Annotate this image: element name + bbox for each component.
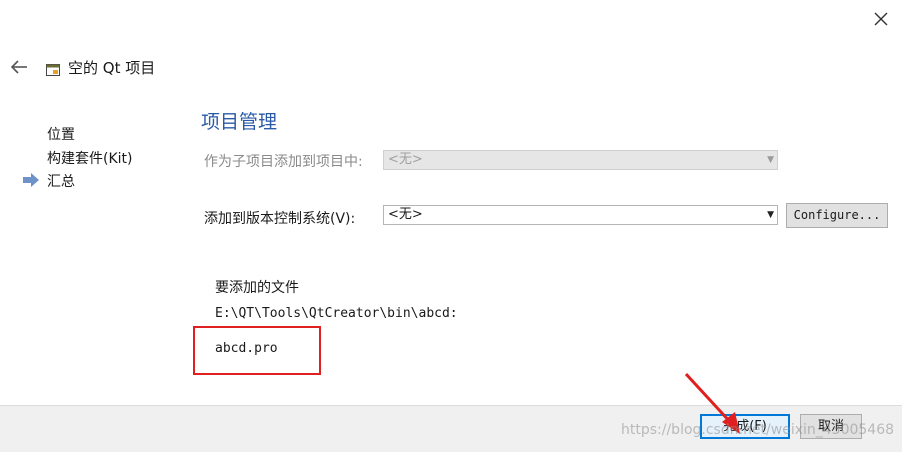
sidebar-item-summary[interactable]: 汇总 <box>47 171 75 191</box>
back-arrow-icon <box>10 60 27 74</box>
close-icon <box>874 12 888 26</box>
right-arrow-icon <box>22 172 40 187</box>
project-window-icon <box>46 61 60 76</box>
wizard-title: 空的 Qt 项目 <box>68 59 156 77</box>
version-control-combo[interactable]: <无> ▼ <box>383 205 778 225</box>
add-subproject-label: 作为子项目添加到项目中: <box>204 154 363 170</box>
sidebar-item-kits[interactable]: 构建套件(Kit) <box>47 148 132 168</box>
files-path: E:\QT\Tools\QtCreator\bin\abcd: <box>215 306 458 321</box>
add-subproject-value: <无> <box>388 152 423 167</box>
section-title: 项目管理 <box>201 111 278 133</box>
cancel-button[interactable]: 取消 <box>800 414 862 439</box>
sidebar-item-location[interactable]: 位置 <box>47 124 75 144</box>
files-heading: 要添加的文件 <box>215 280 299 296</box>
chevron-down-icon: ▼ <box>767 210 774 220</box>
back-button[interactable] <box>8 56 30 78</box>
add-subproject-combo[interactable]: <无> ▼ <box>383 150 778 170</box>
version-control-value: <无> <box>388 207 423 222</box>
version-control-label: 添加到版本控制系统(V): <box>204 211 356 227</box>
highlight-annotation-box <box>193 326 321 375</box>
configure-button[interactable]: Configure... <box>786 203 888 228</box>
chevron-down-icon: ▼ <box>767 155 774 165</box>
close-button[interactable] <box>868 6 894 32</box>
finish-button[interactable]: 完成(F) <box>700 414 790 439</box>
